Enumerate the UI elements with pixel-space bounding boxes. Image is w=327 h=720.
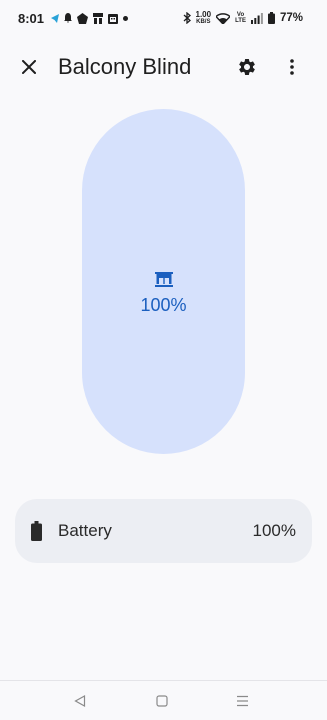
status-right-icons: 1.00 KB/S Vo LTE 77% [183, 10, 303, 26]
network-speed-unit: KB/S [196, 19, 211, 25]
battery-label: Battery [58, 521, 112, 540]
status-battery-percent: 77% [279, 12, 303, 24]
dot-icon [123, 15, 128, 21]
network-speed-value: 1.00 [195, 10, 212, 19]
status-left-icons [51, 12, 128, 24]
page-title: Balcony Blind [58, 54, 192, 79]
blind-level-control[interactable]: 100% [82, 109, 245, 454]
battery-card: Battery 100% [15, 499, 312, 563]
status-bar: 8:01 1.00 KB/S Vo LTE 77% [0, 0, 327, 36]
navigation-bar [0, 681, 327, 720]
home-icon [156, 695, 168, 707]
settings-button[interactable] [233, 53, 261, 81]
recents-icon [236, 695, 248, 707]
network-speed: 1.00 KB/S [195, 10, 212, 26]
volte-bottom: LTE [235, 18, 246, 24]
home-button[interactable] [152, 691, 172, 711]
bluetooth-icon [183, 12, 191, 24]
recents-button[interactable] [232, 691, 252, 711]
status-time: 8:01 [18, 11, 45, 26]
app-icon [93, 12, 103, 24]
telegram-icon [51, 13, 59, 23]
back-icon [74, 695, 86, 707]
notification-bell-icon [64, 13, 72, 23]
signal-icon [250, 12, 263, 24]
battery-icon [267, 12, 275, 24]
blind-level-value: 100% [140, 295, 187, 315]
wifi-icon [216, 12, 231, 24]
back-button[interactable] [70, 691, 90, 711]
volte-indicator: Vo LTE [235, 12, 246, 24]
blind-icon [155, 272, 173, 287]
battery-full-icon [31, 521, 42, 541]
close-icon [22, 60, 36, 74]
close-button[interactable] [16, 54, 42, 80]
battery-value: 100% [252, 521, 296, 540]
app-bar: Balcony Blind [0, 44, 327, 90]
calendar-icon [108, 13, 118, 24]
app-icon [77, 12, 88, 24]
gear-icon [239, 58, 255, 75]
more-options-button[interactable] [280, 53, 304, 81]
more-vert-icon [290, 59, 294, 75]
